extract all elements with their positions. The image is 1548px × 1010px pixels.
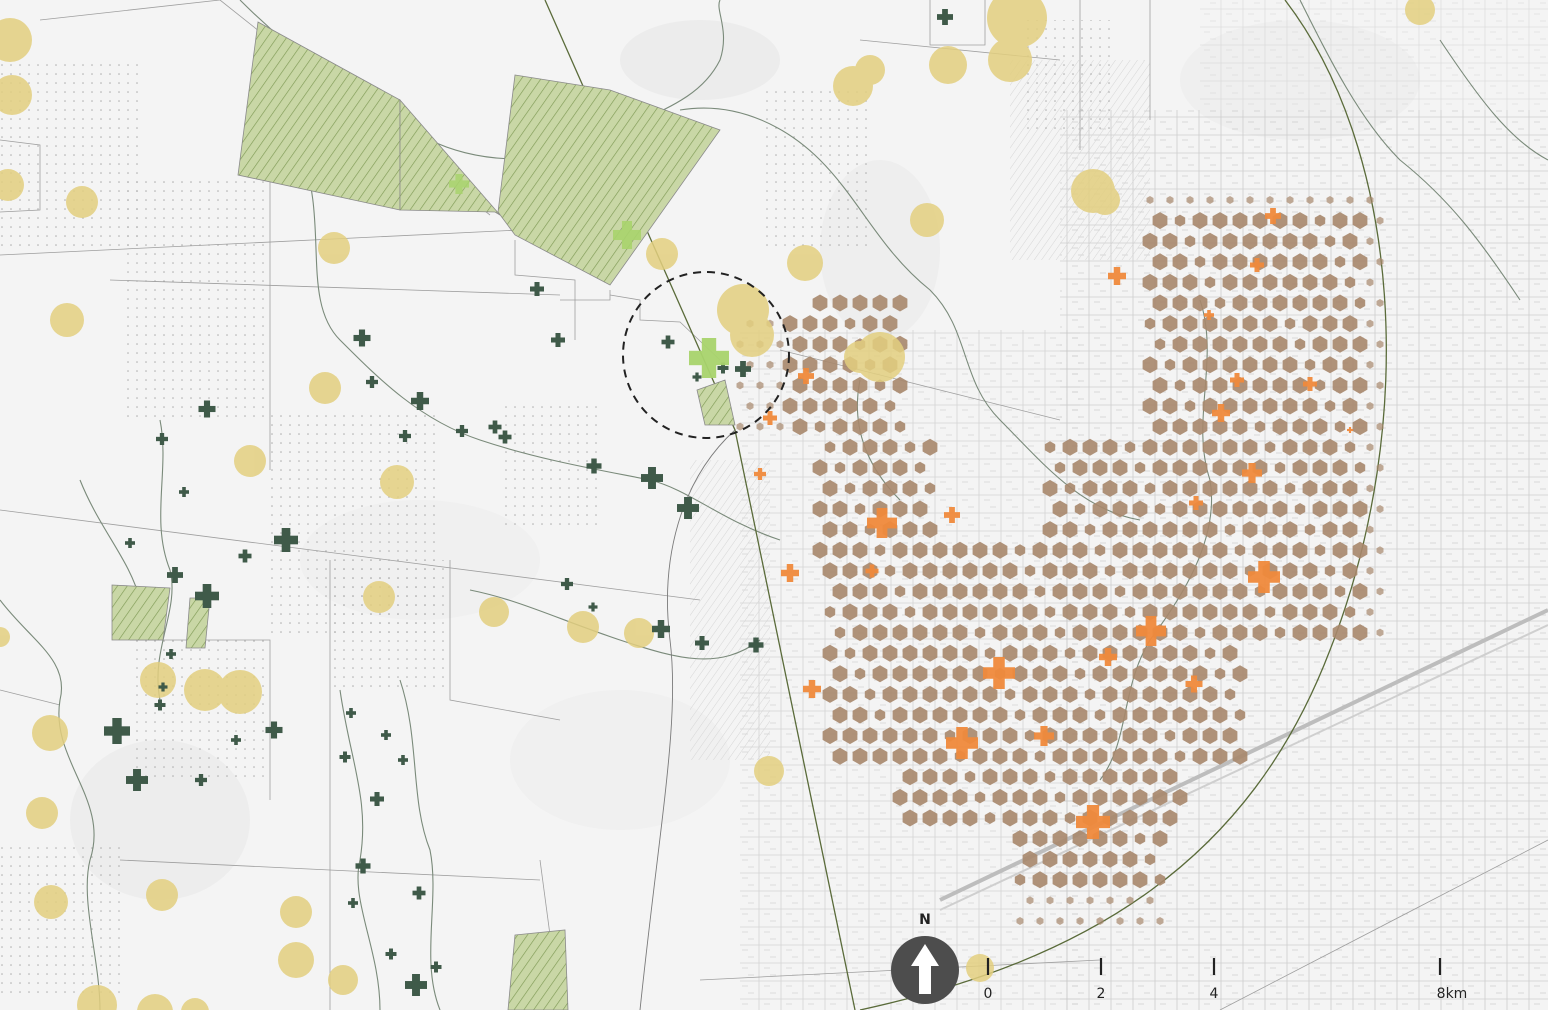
yellow-circle bbox=[26, 797, 58, 829]
map-canvas[interactable]: N 0 2 4 8km bbox=[0, 0, 1548, 1010]
scale-label-8km: 8km bbox=[1437, 986, 1468, 1002]
yellow-circle bbox=[50, 303, 84, 337]
yellow-circle bbox=[730, 313, 774, 357]
yellow-circle bbox=[479, 597, 509, 627]
yellow-circle bbox=[567, 611, 599, 643]
yellow-circle bbox=[787, 245, 823, 281]
scale-label-0: 0 bbox=[984, 986, 993, 1002]
yellow-circle bbox=[318, 232, 350, 264]
yellow-circle bbox=[910, 203, 944, 237]
yellow-circle bbox=[140, 662, 176, 698]
yellow-circle bbox=[754, 756, 784, 786]
yellow-circle bbox=[988, 38, 1032, 82]
scale-label-2: 2 bbox=[1097, 986, 1106, 1002]
yellow-circle bbox=[234, 445, 266, 477]
yellow-circle bbox=[855, 55, 885, 85]
yellow-circle bbox=[1090, 185, 1120, 215]
yellow-circle bbox=[844, 341, 876, 373]
yellow-circle bbox=[966, 954, 994, 982]
scale-label-4: 4 bbox=[1210, 986, 1219, 1002]
yellow-circle bbox=[929, 46, 967, 84]
yellow-circle bbox=[363, 581, 395, 613]
yellow-circle bbox=[328, 965, 358, 995]
yellow-circle bbox=[34, 885, 68, 919]
yellow-circle bbox=[32, 715, 68, 751]
yellow-circle bbox=[309, 372, 341, 404]
yellow-circle bbox=[146, 879, 178, 911]
yellow-circle bbox=[278, 942, 314, 978]
yellow-circle bbox=[66, 186, 98, 218]
yellow-circle bbox=[624, 618, 654, 648]
yellow-circle bbox=[280, 896, 312, 928]
north-label: N bbox=[919, 912, 931, 928]
yellow-circle bbox=[218, 670, 262, 714]
yellow-circle bbox=[380, 465, 414, 499]
yellow-circle bbox=[646, 238, 678, 270]
